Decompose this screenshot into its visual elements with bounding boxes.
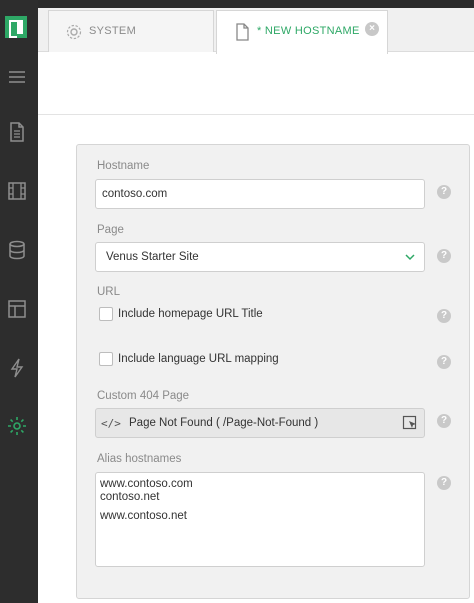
tab-bar: SYSTEM * NEW HOSTNAME × [38, 8, 474, 54]
lightning-icon[interactable] [6, 357, 28, 379]
menu-icon[interactable] [6, 66, 28, 88]
code-icon: </> [101, 417, 121, 430]
hostname-input[interactable]: contoso.com [95, 179, 425, 209]
include-title-label: Include homepage URL Title [118, 308, 263, 320]
gear-icon[interactable] [6, 415, 28, 437]
tab-system[interactable]: SYSTEM [48, 10, 214, 52]
help-icon[interactable]: ? [437, 249, 451, 263]
include-language-label: Include language URL mapping [118, 353, 279, 365]
alias-textarea[interactable]: www.contoso.com contoso.net www.contoso.… [95, 472, 425, 567]
hostname-value: contoso.com [102, 188, 168, 200]
chevron-down-icon [404, 251, 416, 263]
document-icon [233, 23, 251, 41]
page-label: Page [97, 224, 124, 236]
alias-line: www.contoso.net [100, 510, 187, 522]
alias-label: Alias hostnames [97, 453, 182, 465]
close-icon[interactable]: × [365, 22, 379, 36]
page-select[interactable]: Venus Starter Site [95, 242, 425, 272]
custom-404-label: Custom 404 Page [97, 390, 190, 402]
logo-icon[interactable] [5, 16, 27, 38]
help-icon[interactable]: ? [437, 355, 451, 369]
hostname-form: Hostname contoso.com ? Page Venus Starte… [76, 144, 470, 599]
select-page-icon[interactable] [402, 415, 418, 431]
film-icon[interactable] [6, 180, 28, 202]
gear-icon [65, 23, 83, 41]
divider [38, 114, 474, 115]
custom-404-picker[interactable]: </> Page Not Found ( /Page-Not-Found ) [95, 408, 425, 438]
url-label: URL [97, 286, 121, 298]
help-icon[interactable]: ? [437, 185, 451, 199]
main-area: SYSTEM * NEW HOSTNAME × Hostname contoso… [38, 0, 474, 603]
database-icon[interactable] [6, 239, 28, 261]
help-icon[interactable]: ? [437, 309, 451, 323]
include-language-checkbox[interactable] [99, 352, 113, 366]
help-icon[interactable]: ? [437, 476, 451, 490]
alias-line: contoso.net [100, 491, 160, 503]
custom-404-value: Page Not Found ( /Page-Not-Found ) [129, 417, 319, 429]
page-value: Venus Starter Site [106, 251, 199, 263]
help-icon[interactable]: ? [437, 414, 451, 428]
tab-new-hostname[interactable]: * NEW HOSTNAME × [216, 10, 388, 54]
hostname-label: Hostname [97, 160, 150, 172]
layout-icon[interactable] [6, 298, 28, 320]
tab-label: SYSTEM [89, 25, 137, 37]
tab-label: * NEW HOSTNAME [257, 25, 360, 37]
alias-line: www.contoso.com [100, 478, 193, 490]
sidebar [0, 0, 38, 603]
document-icon[interactable] [6, 121, 28, 143]
include-title-checkbox[interactable] [99, 307, 113, 321]
